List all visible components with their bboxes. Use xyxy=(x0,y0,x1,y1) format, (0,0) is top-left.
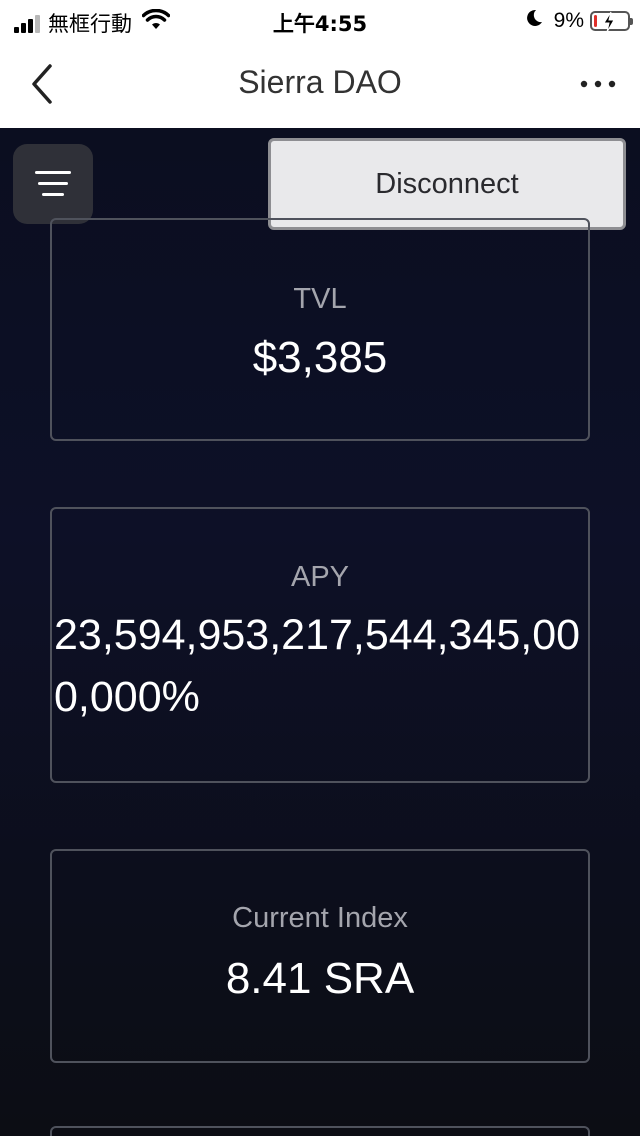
cellular-signal-icon xyxy=(14,13,42,33)
status-right: 9% xyxy=(524,8,633,34)
apy-card: APY 23,594,953,217,544,345,000,000% xyxy=(50,507,590,783)
current-index-card: Current Index 8.41 SRA xyxy=(50,849,590,1063)
back-button[interactable] xyxy=(22,62,66,106)
current-index-label: Current Index xyxy=(232,902,408,934)
navigation-bar: Sierra DAO xyxy=(0,44,640,128)
do-not-disturb-moon-icon xyxy=(524,8,544,34)
battery-level-fill xyxy=(594,15,597,27)
current-index-value: 8.41 SRA xyxy=(225,954,415,1003)
apy-label: APY xyxy=(290,561,350,593)
status-bar: 無框行動 上午4:55 9% xyxy=(0,0,640,44)
wifi-icon xyxy=(141,8,171,37)
tvl-label: TVL xyxy=(293,283,347,315)
charging-bolt-icon xyxy=(602,11,616,39)
hamburger-menu-button[interactable] xyxy=(13,144,93,224)
hamburger-menu-icon xyxy=(35,171,71,196)
more-options-button[interactable] xyxy=(576,68,620,100)
tvl-value: $3,385 xyxy=(252,333,388,382)
next-card-partial xyxy=(50,1126,590,1136)
tvl-card: TVL $3,385 xyxy=(50,218,590,441)
chevron-left-icon xyxy=(32,64,52,104)
ellipsis-icon xyxy=(580,80,616,88)
battery-percent: 9% xyxy=(553,9,584,32)
apy-value: 23,594,953,217,544,345,000,000% xyxy=(54,611,581,722)
carrier-name: 無框行動 xyxy=(48,12,132,36)
disconnect-button[interactable]: Disconnect xyxy=(268,138,626,230)
status-left: 無框行動 xyxy=(14,8,171,38)
page-title: Sierra DAO xyxy=(238,64,402,100)
web-content: Disconnect TVL $3,385 APY 23,594,953,217… xyxy=(0,128,640,1136)
battery-icon xyxy=(590,11,633,33)
